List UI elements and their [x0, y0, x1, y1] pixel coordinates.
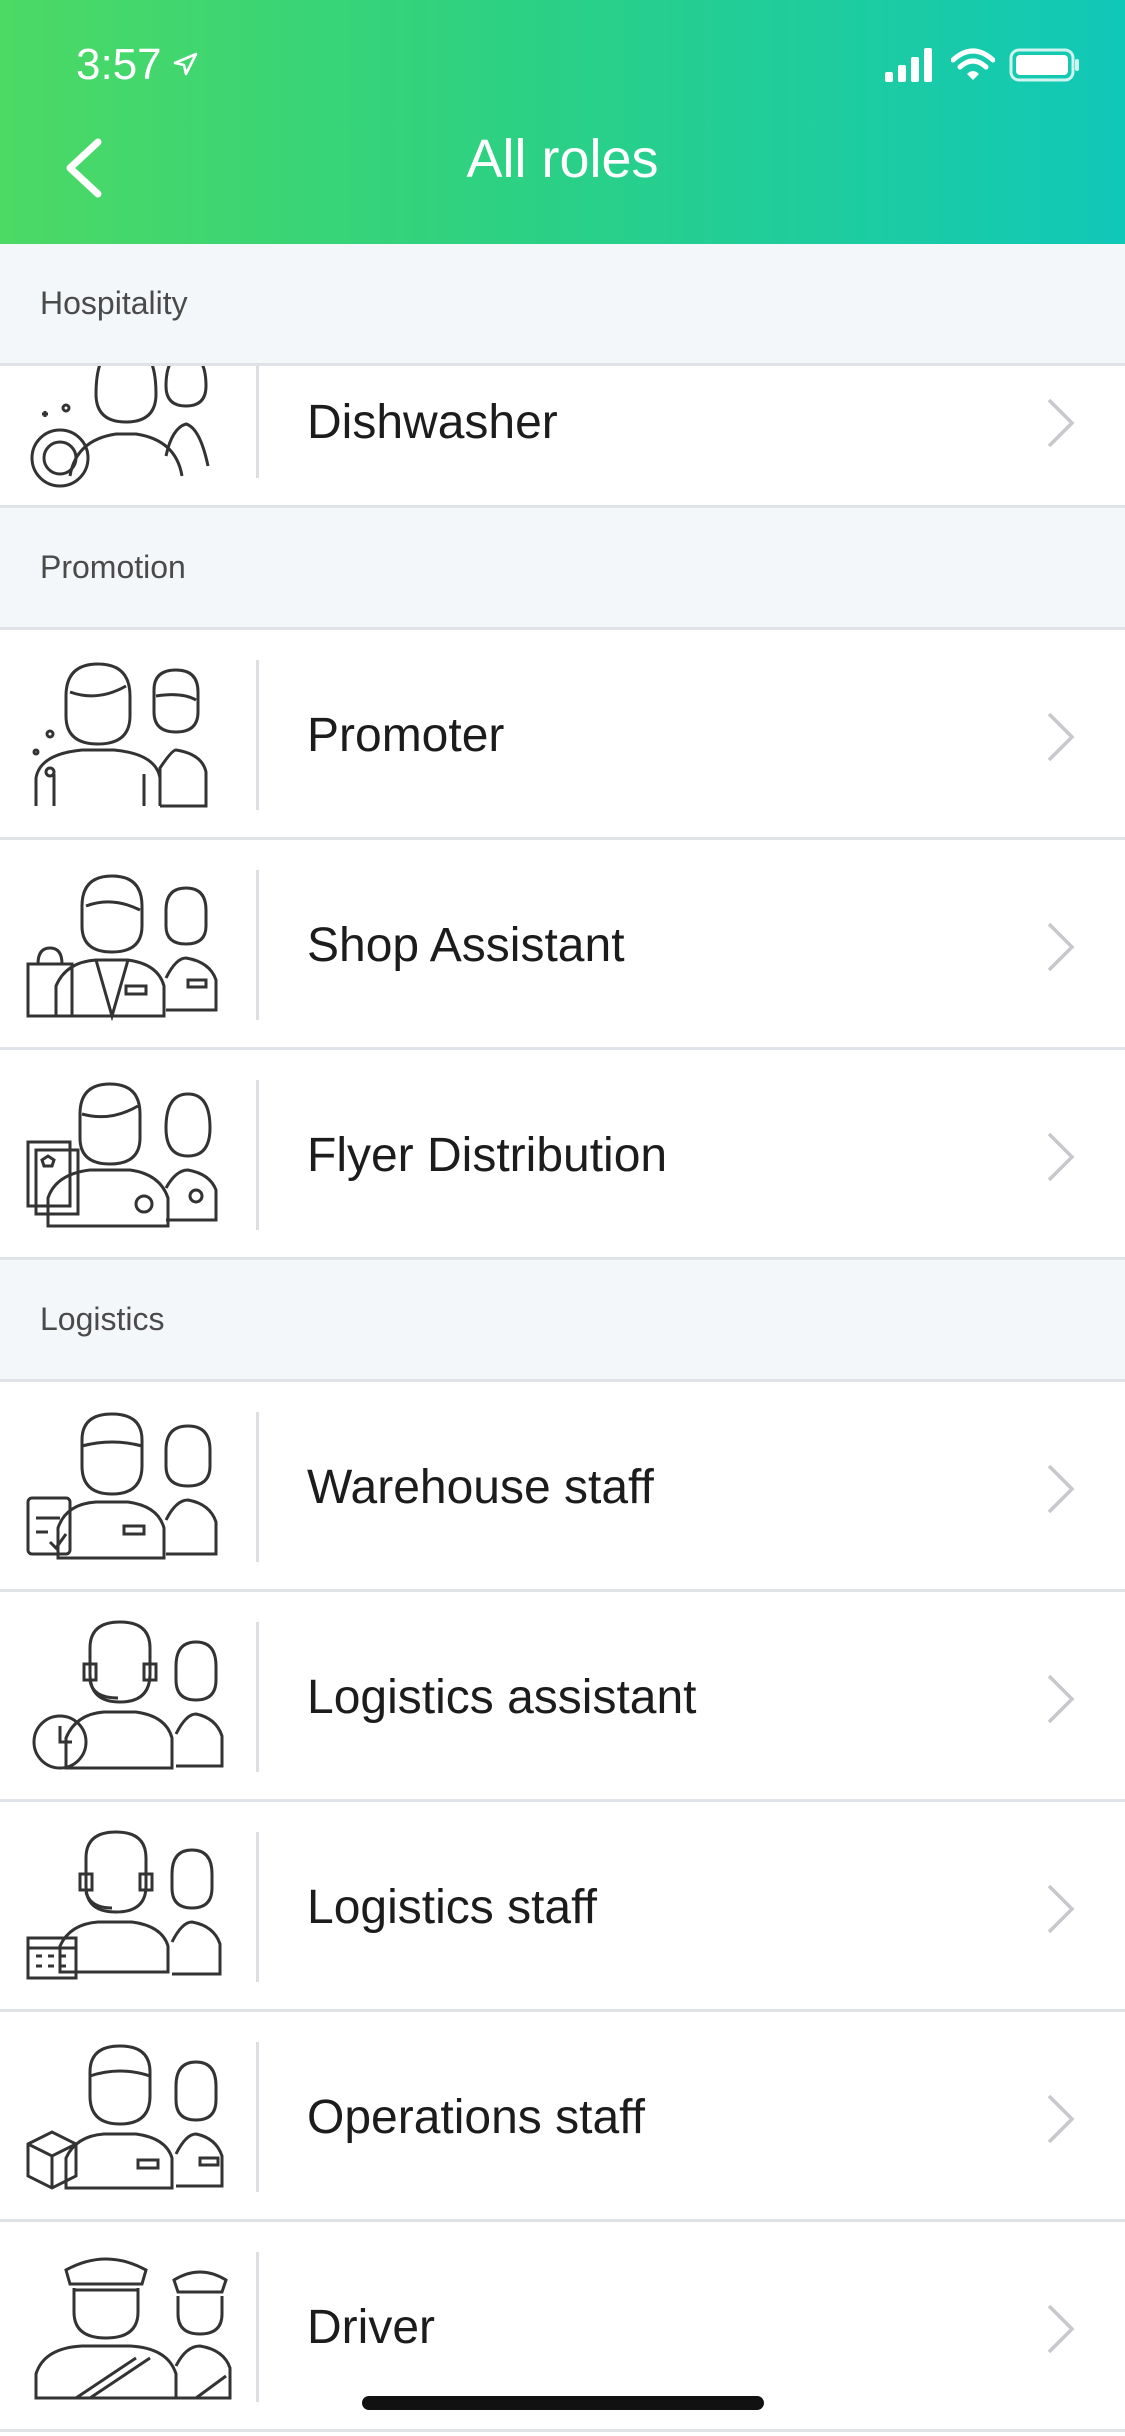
- driver-icon: [34, 2257, 232, 2400]
- row-separator: [256, 1080, 259, 1230]
- role-row-operations-staff[interactable]: Operations staff: [0, 2012, 1125, 2222]
- chevron-right-icon: [1047, 398, 1075, 448]
- battery-icon: [1009, 48, 1079, 82]
- status-icons: [885, 48, 1081, 82]
- row-separator: [256, 2042, 259, 2192]
- role-label: Shop Assistant: [307, 918, 625, 972]
- row-separator: [256, 1412, 259, 1562]
- logistics-assistant-icon: [32, 1620, 224, 1770]
- row-separator: [256, 870, 259, 1020]
- cellular-signal-icon: [885, 48, 932, 82]
- section-title: Hospitality: [40, 285, 188, 321]
- role-label: Dishwasher: [307, 395, 558, 449]
- role-row-logistics-staff[interactable]: Logistics staff: [0, 1802, 1125, 2012]
- role-label: Logistics staff: [307, 1880, 597, 1934]
- section-title: Logistics: [40, 1301, 165, 1337]
- status-time: 3:57: [76, 40, 198, 90]
- role-label: Warehouse staff: [307, 1460, 654, 1514]
- dishwasher-icon: [30, 366, 210, 488]
- chevron-right-icon: [1047, 1884, 1075, 1934]
- section-title: Promotion: [40, 549, 186, 585]
- flyer-distribution-icon: [26, 1082, 218, 1228]
- row-separator: [256, 660, 259, 810]
- section-header-promotion: Promotion: [0, 508, 1125, 630]
- role-label: Flyer Distribution: [307, 1128, 668, 1182]
- role-row-dishwasher[interactable]: Dishwasher: [0, 366, 1125, 508]
- logistics-staff-icon: [26, 1830, 222, 1980]
- row-separator: [256, 2252, 259, 2402]
- status-time-text: 3:57: [76, 40, 162, 89]
- header: 3:57 All roles: [0, 0, 1125, 244]
- roles-list[interactable]: Hospitality Dishwasher Promotion Promote…: [0, 244, 1125, 2436]
- home-indicator[interactable]: [362, 2396, 764, 2410]
- role-row-promoter[interactable]: Promoter: [0, 630, 1125, 840]
- chevron-right-icon: [1047, 922, 1075, 972]
- section-header-logistics: Logistics: [0, 1260, 1125, 1382]
- role-label: Promoter: [307, 708, 505, 762]
- section-header-hospitality: Hospitality: [0, 244, 1125, 366]
- role-row-flyer-distribution[interactable]: Flyer Distribution: [0, 1050, 1125, 1260]
- row-separator: [256, 1832, 259, 1982]
- chevron-right-icon: [1047, 2094, 1075, 2144]
- promoter-icon: [32, 662, 208, 808]
- chevron-right-icon: [1047, 712, 1075, 762]
- role-row-shop-assistant[interactable]: Shop Assistant: [0, 840, 1125, 1050]
- shop-assistant-icon: [26, 874, 218, 1022]
- operations-staff-icon: [26, 2044, 224, 2190]
- warehouse-staff-icon: [26, 1412, 218, 1560]
- chevron-right-icon: [1047, 1464, 1075, 1514]
- chevron-right-icon: [1047, 1674, 1075, 1724]
- role-label: Logistics assistant: [307, 1670, 697, 1724]
- row-separator: [256, 366, 259, 478]
- chevron-right-icon: [1047, 2304, 1075, 2354]
- role-row-warehouse-staff[interactable]: Warehouse staff: [0, 1382, 1125, 1592]
- role-row-logistics-assistant[interactable]: Logistics assistant: [0, 1592, 1125, 1802]
- page-title: All roles: [466, 129, 659, 189]
- chevron-right-icon: [1047, 1132, 1075, 1182]
- wifi-icon: [951, 48, 995, 80]
- role-label: Operations staff: [307, 2090, 645, 2144]
- location-arrow-icon: [173, 52, 197, 76]
- row-separator: [256, 1622, 259, 1772]
